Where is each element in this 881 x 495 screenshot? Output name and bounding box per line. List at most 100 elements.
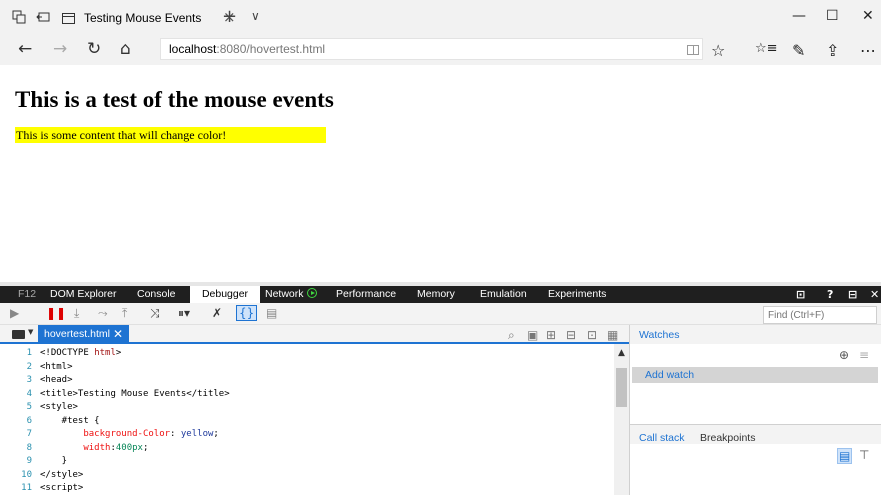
tab-performance[interactable]: Performance: [336, 286, 396, 303]
title-bar: Testing Mouse Events × + ∨ — ☐ ✕: [0, 0, 881, 35]
show-code-icon[interactable]: ▤: [837, 448, 853, 464]
close-window-button[interactable]: ✕: [862, 8, 874, 24]
code-line[interactable]: 11 <script>: [0, 482, 614, 494]
favorite-star-icon[interactable]: ☆: [711, 41, 725, 60]
set-aside-tabs-icon[interactable]: [36, 10, 50, 24]
browser-tab[interactable]: Testing Mouse Events ×: [57, 6, 236, 32]
reading-view-icon[interactable]: [687, 45, 699, 55]
scroll-up-icon[interactable]: ▲: [618, 348, 625, 358]
back-button[interactable]: ←: [18, 39, 32, 59]
code-scrollbar[interactable]: ▲: [614, 344, 629, 495]
tab-experiments[interactable]: Experiments: [548, 286, 606, 303]
tab-network[interactable]: Network: [265, 286, 317, 303]
folder-icon[interactable]: [12, 330, 25, 339]
tab-console[interactable]: Console: [137, 286, 176, 303]
line-number[interactable]: 4: [0, 388, 32, 400]
line-number[interactable]: 11: [0, 482, 32, 494]
line-number[interactable]: 2: [0, 361, 32, 373]
tab-breakpoints[interactable]: Breakpoints: [700, 432, 755, 444]
console-toggle-icon[interactable]: ⊡: [796, 286, 805, 303]
new-tab-button[interactable]: +: [222, 6, 237, 27]
file-tab-hovertest[interactable]: hovertest.html ✕: [38, 325, 129, 344]
code-text: <!DOCTYPE html>: [40, 348, 122, 358]
tab-debugger[interactable]: Debugger: [190, 286, 260, 303]
save-icon[interactable]: ▣: [527, 328, 538, 342]
step-over-icon[interactable]: ⤳: [98, 306, 108, 321]
tab-dom-explorer[interactable]: DOM Explorer: [50, 286, 117, 303]
tab-preview-icon[interactable]: [12, 10, 26, 24]
source-tabs-bar: ▼ hovertest.html ✕ ⌕ ▣ ⊞ ⊟ ⊡ ▦: [0, 325, 629, 344]
pretty-print-icon[interactable]: {}: [236, 305, 258, 321]
code-line[interactable]: 5 <style>: [0, 401, 614, 413]
tab-memory[interactable]: Memory: [417, 286, 455, 303]
help-icon[interactable]: ?: [827, 286, 833, 303]
delete-all-watches-icon[interactable]: ≡: [859, 348, 869, 362]
step-into-icon[interactable]: ⤓: [74, 306, 79, 321]
address-text: localhost:8080/hovertest.html: [169, 42, 326, 56]
hover-test-box[interactable]: This is some content that will change co…: [15, 127, 326, 143]
pin-icon[interactable]: ⊟: [848, 286, 857, 303]
code-text: </style>: [40, 469, 84, 480]
web-notes-icon[interactable]: ✎: [792, 41, 805, 60]
source-map-icon[interactable]: ⊡: [587, 328, 597, 342]
more-icon[interactable]: ⋯: [860, 41, 876, 60]
breakpoint-icon[interactable]: ⊞: [546, 328, 556, 342]
find-box[interactable]: [763, 306, 877, 324]
code-line[interactable]: 10 </style>: [0, 469, 614, 481]
disconnect-debugger-icon[interactable]: ✗: [212, 306, 222, 320]
add-watch-label: Add watch: [645, 369, 695, 381]
maximize-button[interactable]: ☐: [826, 8, 839, 24]
share-icon[interactable]: ⇪: [826, 41, 839, 60]
step-out-icon[interactable]: ⤒: [122, 306, 127, 321]
page-icon: [62, 13, 75, 24]
exception-behavior-icon[interactable]: ⏸▾: [178, 306, 190, 321]
code-line[interactable]: 9 }: [0, 455, 614, 467]
add-watch-icon[interactable]: ⊕: [839, 348, 849, 362]
code-text: <title>Testing Mouse Events</title>: [40, 388, 230, 399]
line-number[interactable]: 1: [0, 347, 32, 359]
home-button[interactable]: ⌂: [120, 39, 131, 59]
break-icon[interactable]: ❚❚: [46, 306, 66, 320]
add-watch-row[interactable]: Add watch: [632, 367, 878, 383]
code-line[interactable]: 8 width:400px;: [0, 442, 614, 454]
code-text: }: [40, 456, 68, 466]
line-number[interactable]: 10: [0, 469, 32, 481]
show-frames-icon[interactable]: ⊤: [859, 448, 869, 462]
find-input[interactable]: [764, 307, 876, 323]
code-line[interactable]: 2 <html>: [0, 361, 614, 373]
line-number[interactable]: 6: [0, 415, 32, 427]
code-line[interactable]: 6 #test {: [0, 415, 614, 427]
refresh-button[interactable]: ↻: [87, 39, 101, 59]
line-number[interactable]: 5: [0, 401, 32, 413]
file-tab-close-icon[interactable]: ✕: [113, 327, 123, 341]
web-page: This is a test of the mouse events This …: [0, 65, 881, 282]
line-number[interactable]: 9: [0, 455, 32, 467]
line-number[interactable]: 8: [0, 442, 32, 454]
word-wrap-icon[interactable]: ▤: [266, 306, 277, 320]
code-line[interactable]: 7 background-Color: yellow;: [0, 428, 614, 440]
close-devtools-icon[interactable]: ✕: [870, 286, 879, 303]
tab-call-stack[interactable]: Call stack: [639, 432, 685, 444]
code-editor[interactable]: 1 <!DOCTYPE html> 2 <html> 3 <head> 4 <title>Te…: [0, 344, 614, 495]
address-bar[interactable]: localhost:8080/hovertest.html: [160, 38, 703, 60]
watches-title[interactable]: Watches: [639, 329, 679, 341]
just-my-code-icon[interactable]: ▦: [607, 328, 618, 342]
line-number[interactable]: 7: [0, 428, 32, 440]
tab-f12: F12: [18, 288, 37, 300]
continue-icon[interactable]: ▶: [10, 306, 19, 320]
favorites-hub-icon[interactable]: ☆≡: [755, 41, 778, 56]
scrollbar-thumb[interactable]: [616, 368, 627, 407]
toggle-breakpoints-icon[interactable]: ⊟: [566, 328, 576, 342]
code-text: <style>: [40, 402, 78, 412]
forward-button[interactable]: →: [53, 39, 67, 59]
code-line[interactable]: 1 <!DOCTYPE html>: [0, 347, 614, 359]
tab-emulation[interactable]: Emulation: [480, 286, 527, 303]
code-line[interactable]: 4 <title>Testing Mouse Events</title>: [0, 388, 614, 400]
code-line[interactable]: 3 <head>: [0, 374, 614, 386]
search-source-icon[interactable]: ⌕: [508, 328, 515, 343]
break-on-new-worker-icon[interactable]: ⤨: [150, 306, 160, 321]
line-number[interactable]: 3: [0, 374, 32, 386]
minimize-button[interactable]: —: [792, 8, 806, 24]
tab-list-chevron-icon[interactable]: ∨: [251, 9, 260, 23]
chevron-down-icon[interactable]: ▼: [28, 328, 33, 336]
